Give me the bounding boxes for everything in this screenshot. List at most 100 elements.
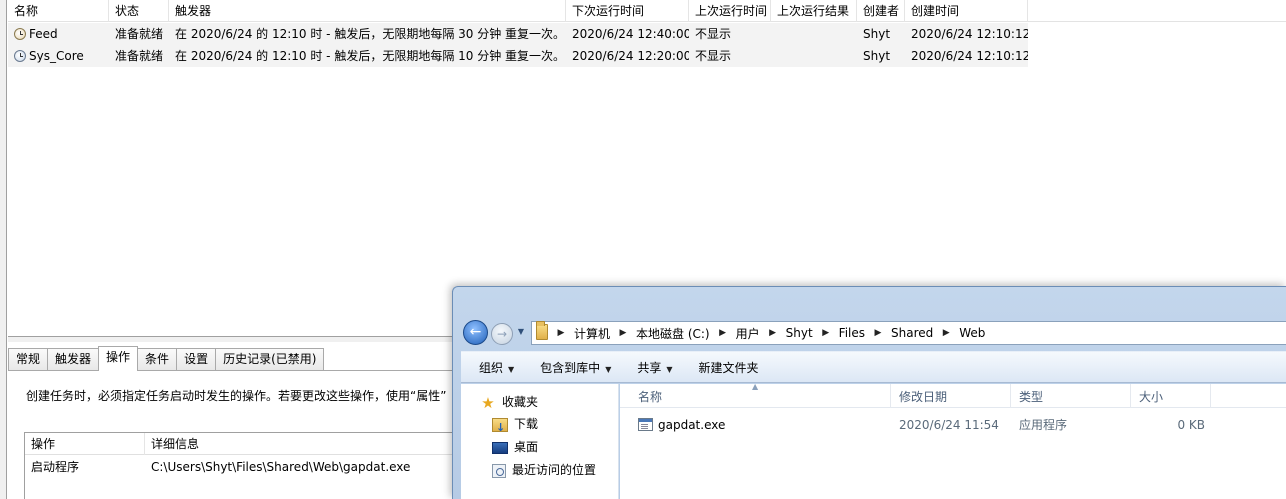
- column-header-trigger[interactable]: 触发器: [169, 0, 566, 22]
- breadcrumb-separator-icon[interactable]: ▶: [873, 328, 883, 338]
- action-row[interactable]: 启动程序 C:\Users\Shyt\Files\Shared\Web\gapd…: [25, 455, 463, 477]
- navigation-bar: ← → ▼ ▶ 计算机 ▶ 本地磁盘 (C:) ▶ 用户 ▶ Shyt ▶ Fi…: [461, 317, 1286, 347]
- explorer-window: ← → ▼ ▶ 计算机 ▶ 本地磁盘 (C:) ▶ 用户 ▶ Shyt ▶ Fi…: [452, 286, 1286, 499]
- breadcrumb-files[interactable]: Files: [839, 326, 865, 340]
- organize-button[interactable]: 组织 ▼: [479, 359, 514, 376]
- task-author: Shyt: [863, 49, 891, 63]
- nav-item-label: 下载: [514, 417, 539, 431]
- nav-item-recent-places[interactable]: 最近访问的位置: [492, 459, 596, 481]
- share-button[interactable]: 共享 ▼: [637, 359, 672, 376]
- breadcrumb-separator-icon[interactable]: ▶: [618, 328, 628, 338]
- task-state: 准备就绪: [115, 49, 164, 63]
- breadcrumb-separator-icon[interactable]: ▶: [768, 328, 778, 338]
- breadcrumb-shared[interactable]: Shared: [891, 326, 933, 340]
- tab-triggers[interactable]: 触发器: [47, 348, 100, 370]
- task-last-run: 不显示: [695, 27, 732, 41]
- task-last-result: [771, 23, 857, 45]
- tab-settings[interactable]: 设置: [176, 348, 217, 370]
- file-column-header-size[interactable]: 大小: [1131, 384, 1211, 408]
- nav-item-downloads[interactable]: 下载: [492, 413, 539, 439]
- left-pane-border[interactable]: [0, 0, 7, 499]
- navigation-pane: ★ 收藏夹 下载 桌面 最近访问的位置: [461, 384, 619, 499]
- tab-actions[interactable]: 操作: [98, 346, 139, 371]
- organize-label: 组织: [479, 360, 504, 375]
- task-trigger: 在 2020/6/24 的 12:10 时 - 触发后，无限期地每隔 10 分钟…: [175, 49, 566, 63]
- actions-description: 创建任务时，必须指定任务启动时发生的操作。若要更改这些操作，使用“属性”: [26, 389, 447, 403]
- folder-icon: [536, 321, 548, 340]
- tab-conditions[interactable]: 条件: [137, 348, 178, 370]
- breadcrumb-users[interactable]: 用户: [736, 325, 760, 342]
- column-header-author[interactable]: 创建者: [857, 0, 905, 22]
- breadcrumb-web[interactable]: Web: [959, 326, 985, 340]
- include-in-library-button[interactable]: 包含到库中 ▼: [540, 359, 611, 376]
- tab-history[interactable]: 历史记录(已禁用): [215, 348, 325, 370]
- column-header-state[interactable]: 状态: [109, 0, 169, 22]
- task-created: 2020/6/24 12:10:12: [911, 27, 1028, 41]
- task-row-sys-core[interactable]: Sys_Core 准备就绪 在 2020/6/24 的 12:10 时 - 触发…: [8, 45, 1028, 67]
- file-list-pane: ▲ 名称 修改日期 类型 大小 gapdat.exe 2020/6/24 11:5…: [620, 382, 1286, 499]
- breadcrumb-separator-icon[interactable]: ▶: [941, 328, 951, 338]
- task-last-result: [771, 45, 857, 67]
- recent-places-icon: [492, 463, 506, 478]
- column-header-name[interactable]: 名称: [8, 0, 109, 22]
- chevron-down-icon: ▼: [605, 364, 612, 374]
- file-type: 应用程序: [1019, 418, 1068, 432]
- file-size: 0 KB: [1177, 418, 1205, 432]
- task-state: 准备就绪: [115, 27, 164, 41]
- forward-arrow-icon: →: [496, 327, 508, 341]
- file-date: 2020/6/24 11:54: [899, 418, 999, 432]
- column-header-last-result[interactable]: 上次运行结果: [771, 0, 857, 22]
- breadcrumb-shyt[interactable]: Shyt: [786, 326, 813, 340]
- nav-item-desktop[interactable]: 桌面: [492, 436, 538, 458]
- file-list-header: ▲ 名称 修改日期 类型 大小: [620, 382, 1286, 408]
- back-arrow-icon: ←: [469, 324, 482, 340]
- file-column-header-date[interactable]: 修改日期: [891, 384, 1011, 408]
- column-header-next-run[interactable]: 下次运行时间: [566, 0, 689, 22]
- action-detail: C:\Users\Shyt\Files\Shared\Web\gapdat.ex…: [151, 460, 411, 474]
- file-row-gapdat[interactable]: gapdat.exe 2020/6/24 11:54 应用程序 0 KB: [620, 414, 1286, 436]
- task-name-cell: Sys_Core: [8, 45, 109, 67]
- file-column-header-name[interactable]: ▲ 名称: [620, 382, 891, 408]
- column-header-last-run[interactable]: 上次运行时间: [689, 0, 771, 22]
- recent-pages-button[interactable]: ▼: [515, 325, 527, 339]
- new-folder-button[interactable]: 新建文件夹: [699, 359, 759, 376]
- task-trigger: 在 2020/6/24 的 12:10 时 - 触发后，无限期地每隔 30 分钟…: [175, 27, 566, 41]
- task-name-cell: Feed: [8, 23, 109, 45]
- actions-column-action[interactable]: 操作: [25, 433, 145, 455]
- actions-table-header: 操作 详细信息: [25, 433, 463, 455]
- breadcrumb-separator-icon[interactable]: ▶: [718, 328, 728, 338]
- chevron-down-icon: ▼: [508, 364, 515, 374]
- task-name: Sys_Core: [29, 49, 84, 63]
- task-row-feed[interactable]: Feed 准备就绪 在 2020/6/24 的 12:10 时 - 触发后，无限…: [8, 23, 1028, 45]
- nav-item-label: 最近访问的位置: [512, 463, 597, 477]
- star-icon: ★: [481, 393, 495, 412]
- breadcrumb-separator-icon[interactable]: ▶: [821, 328, 831, 338]
- nav-item-favorites[interactable]: ★ 收藏夹: [480, 391, 538, 413]
- file-name-cell: gapdat.exe: [620, 414, 891, 436]
- breadcrumb-computer[interactable]: 计算机: [574, 325, 610, 342]
- task-next-run: 2020/6/24 12:40:00: [572, 27, 689, 41]
- task-detail-tabs: 常规 触发器 操作 条件 设置 历史记录(已禁用): [8, 346, 325, 371]
- file-name: gapdat.exe: [658, 418, 726, 432]
- sort-ascending-icon: ▲: [752, 382, 759, 391]
- column-header-filler: [1028, 0, 1286, 22]
- column-header-created[interactable]: 创建时间: [905, 0, 1028, 22]
- desktop-icon: [492, 441, 508, 454]
- breadcrumb-separator-icon[interactable]: ▶: [556, 328, 566, 338]
- application-icon: [638, 418, 653, 431]
- task-last-run: 不显示: [695, 49, 732, 63]
- address-bar[interactable]: ▶ 计算机 ▶ 本地磁盘 (C:) ▶ 用户 ▶ Shyt ▶ Files ▶ …: [531, 321, 1286, 345]
- breadcrumb-local-disk[interactable]: 本地磁盘 (C:): [636, 325, 710, 342]
- actions-column-detail[interactable]: 详细信息: [145, 433, 463, 455]
- file-column-header-type[interactable]: 类型: [1011, 384, 1131, 408]
- downloads-folder-icon: [492, 417, 508, 439]
- tab-general[interactable]: 常规: [8, 348, 49, 370]
- chevron-down-icon: ▼: [517, 327, 525, 336]
- include-in-library-label: 包含到库中: [540, 360, 601, 375]
- forward-button[interactable]: →: [491, 323, 513, 345]
- action-type: 启动程序: [31, 460, 80, 474]
- task-created: 2020/6/24 12:10:12: [911, 49, 1028, 63]
- back-button[interactable]: ←: [463, 320, 488, 345]
- column-label: 名称: [638, 390, 663, 404]
- task-clock-icon: [14, 28, 26, 40]
